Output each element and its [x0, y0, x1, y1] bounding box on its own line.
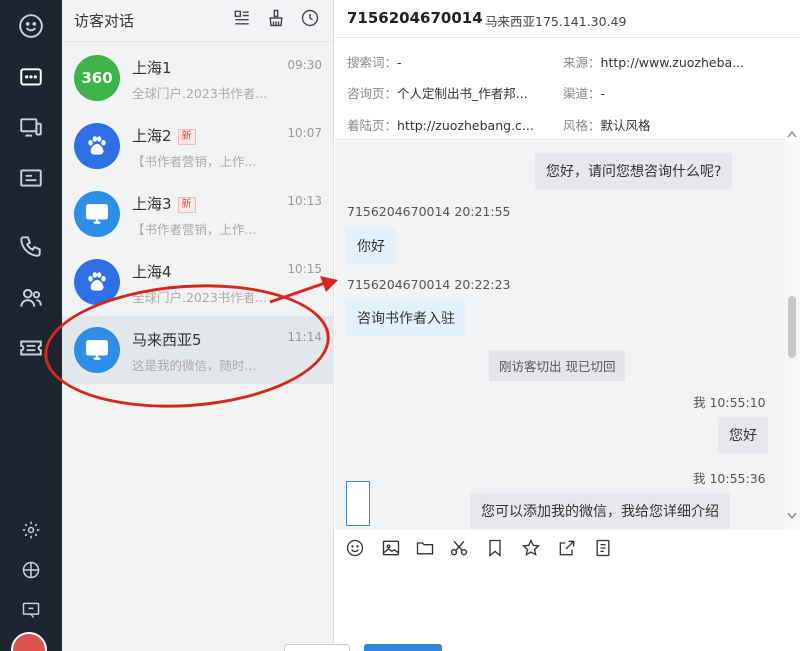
- phone-icon[interactable]: [0, 226, 62, 266]
- visitor-last-message: 【书作者营销，上作...: [132, 222, 257, 237]
- visitor-item[interactable]: 上海2 新 10:07 【书作者营销，上作...: [62, 112, 334, 180]
- info-style: 风格：默认风格: [563, 118, 651, 133]
- message-bubble-visitor: 咨询书作者入驻: [346, 300, 466, 336]
- message-bubble-visitor: 你好: [346, 228, 396, 264]
- message-timestamp: 我 10:55:36: [693, 471, 766, 486]
- visitor-item[interactable]: 上海4 10:15 全球门户.2023书作者...: [62, 248, 334, 316]
- visitor-time: 09:30: [287, 58, 322, 72]
- globe-icon[interactable]: [0, 550, 62, 590]
- visitor-name: 上海2 新: [132, 125, 196, 146]
- message-bubble-agent: 您可以添加我的微信，我给您详细介绍: [470, 493, 730, 529]
- baidu-paw-icon: [74, 259, 120, 305]
- clean-icon[interactable]: [266, 8, 290, 32]
- share-icon[interactable]: [557, 538, 579, 560]
- user-avatar[interactable]: [11, 632, 47, 651]
- visitor-last-message: 【书作者营销，上作...: [132, 154, 257, 169]
- visitor-last-message: 这是我的微信，随时...: [132, 358, 257, 373]
- system-notice: 刚访客切出 现已切回: [489, 350, 626, 381]
- scrollbar-thumb[interactable]: [788, 296, 796, 358]
- chat-header: 7156204670014 马来西亚175.141.30.49: [335, 0, 800, 38]
- info-search-word: 搜索词：-: [347, 55, 402, 70]
- visitor-time: 10:07: [287, 126, 322, 140]
- visitor-name: 上海4: [132, 263, 172, 281]
- settings-icon[interactable]: [0, 510, 62, 550]
- left-rail: [0, 0, 62, 651]
- visitor-time: 10:13: [287, 194, 322, 208]
- new-badge: 新: [177, 196, 196, 213]
- scissors-icon[interactable]: [449, 538, 471, 560]
- message-timestamp: 我 10:55:10: [693, 395, 766, 410]
- visitor-name: 马来西亚5: [132, 331, 202, 349]
- folder-icon[interactable]: [415, 538, 437, 560]
- input-toolbar: [335, 530, 800, 568]
- visitor-list-panel: 访客对话 360 上海1 09:30 全球门户.2023书作者... 上海2 新 …: [62, 0, 334, 651]
- 360-source-icon: 360: [74, 55, 120, 101]
- visitor-item-selected[interactable]: 马来西亚5 11:14 这是我的微信，随时...: [62, 316, 334, 384]
- image-icon[interactable]: [381, 538, 403, 560]
- visitor-time: 11:14: [287, 330, 322, 344]
- visitor-id: 7156204670014: [347, 9, 483, 27]
- visitor-name: 上海1: [132, 59, 172, 77]
- visitor-typing-indicator: [346, 481, 370, 526]
- baidu-paw-icon: [74, 123, 120, 169]
- bookmark-icon[interactable]: [485, 538, 507, 560]
- message-timestamp: 7156204670014 20:21:55: [347, 204, 511, 219]
- info-consult-page: 咨询页：个人定制出书_作者邦...: [347, 86, 528, 101]
- visitor-list-header: 访客对话: [62, 0, 333, 42]
- monitor-icon: [74, 191, 120, 237]
- ticket-icon[interactable]: [0, 328, 62, 368]
- chat-icon[interactable]: [0, 58, 62, 98]
- message-list[interactable]: 您好，请问您想咨询什么呢? 7156204670014 20:21:55 你好 …: [335, 141, 785, 530]
- devices-icon[interactable]: [0, 108, 62, 148]
- send-button[interactable]: [364, 644, 442, 651]
- emoji-icon[interactable]: [345, 538, 367, 560]
- message-timestamp: 7156204670014 20:22:23: [347, 277, 511, 292]
- feedback-icon[interactable]: [0, 590, 62, 630]
- star-icon[interactable]: [521, 538, 543, 560]
- scroll-up-icon[interactable]: [787, 130, 797, 138]
- info-landing-page: 着陆页：http://zuozhebang.c...: [347, 118, 534, 133]
- visitor-location-ip: 马来西亚175.141.30.49: [485, 14, 627, 29]
- visitor-list-title: 访客对话: [74, 12, 135, 30]
- list-view-icon[interactable]: [232, 8, 256, 32]
- info-source: 来源：http://www.zuozheba...: [563, 55, 745, 70]
- info-channel: 渠道：-: [563, 86, 606, 101]
- message-bubble-agent: 您好，请问您想咨询什么呢?: [535, 153, 733, 189]
- scroll-down-icon[interactable]: [787, 512, 797, 520]
- history-icon[interactable]: [300, 8, 324, 32]
- visitor-info-panel: 搜索词：- 来源：http://www.zuozheba... 咨询页：个人定制…: [335, 38, 785, 140]
- visitor-last-message: 全球门户.2023书作者...: [132, 86, 268, 101]
- end-chat-button[interactable]: [284, 644, 350, 651]
- visitor-last-message: 全球门户.2023书作者...: [132, 290, 268, 305]
- logo-icon[interactable]: [0, 6, 62, 46]
- visitor-time: 10:15: [287, 262, 322, 276]
- monitor-icon: [74, 327, 120, 373]
- contacts-icon[interactable]: [0, 278, 62, 318]
- document-icon[interactable]: [593, 538, 615, 560]
- visitor-item[interactable]: 上海3 新 10:13 【书作者营销，上作...: [62, 180, 334, 248]
- visitor-item[interactable]: 360 上海1 09:30 全球门户.2023书作者...: [62, 44, 334, 112]
- visitor-name: 上海3 新: [132, 193, 196, 214]
- message-input[interactable]: [335, 568, 800, 651]
- chat-pane: 7156204670014 马来西亚175.141.30.49 搜索词：- 来源…: [335, 0, 800, 651]
- card-icon[interactable]: [0, 158, 62, 198]
- new-badge: 新: [177, 128, 196, 145]
- message-bubble-agent: 您好: [718, 417, 768, 453]
